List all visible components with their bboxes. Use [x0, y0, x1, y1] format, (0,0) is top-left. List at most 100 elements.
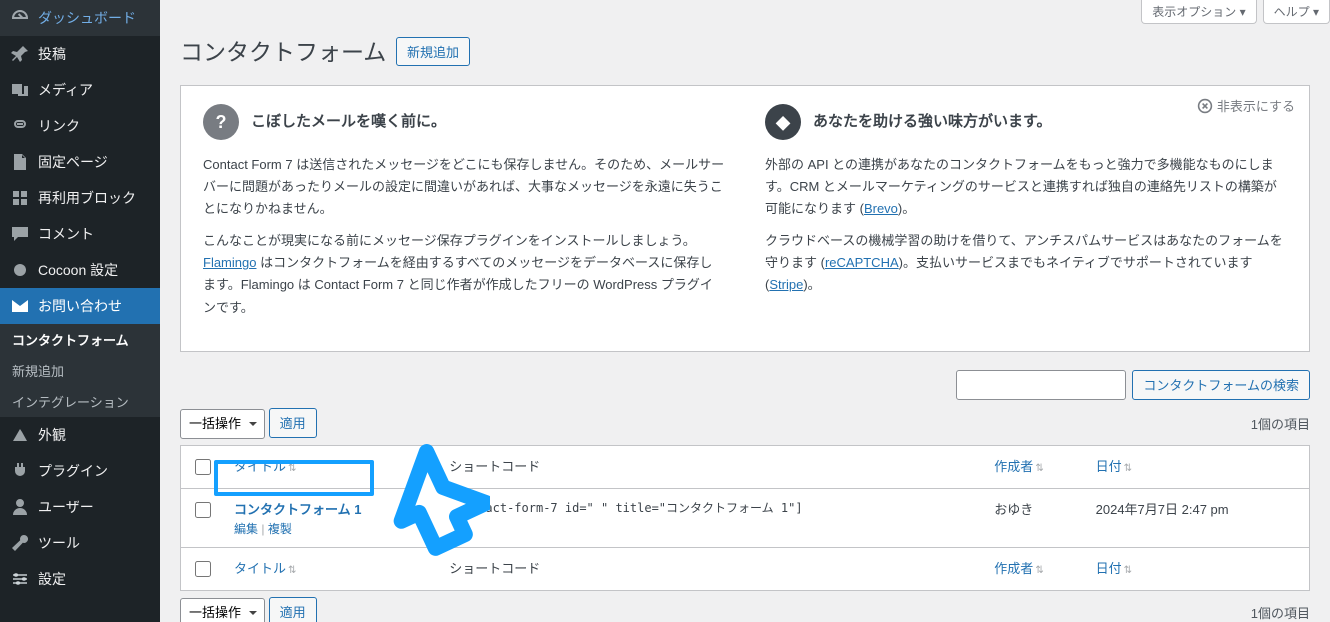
sort-icon: ⇅: [1035, 463, 1043, 474]
submenu-add-new[interactable]: 新規追加: [0, 355, 160, 386]
bulk-select[interactable]: 一括操作: [180, 409, 265, 439]
block-icon: [10, 188, 30, 208]
screen-meta: 表示オプション ▾ ヘルプ ▾: [180, 0, 1330, 24]
search-input[interactable]: [956, 370, 1126, 400]
apply-button[interactable]: 適用: [269, 408, 317, 438]
welcome-left-p1: Contact Form 7 は送信されたメッセージをどこにも保存しません。その…: [203, 154, 725, 220]
sidebar-item-label: ダッシュボード: [38, 8, 150, 28]
row-actions: 編集 | 複製: [234, 520, 429, 537]
sidebar-item-settings[interactable]: 設定: [0, 561, 160, 597]
sidebar-item-appearance[interactable]: 外観: [0, 417, 160, 453]
welcome-left-p2: こんなことが現実になる前にメッセージ保存プラグインをインストールしましょう。 F…: [203, 230, 725, 318]
col-shortcode: ショートコード: [439, 446, 984, 489]
welcome-panel: 非表示にする ? こぼしたメールを嘆く前に。 Contact Form 7 は送…: [180, 85, 1310, 352]
bulk-select-bottom[interactable]: 一括操作: [180, 598, 265, 622]
search-row: コンタクトフォームの検索: [180, 370, 1310, 400]
cell-shortcode[interactable]: [contact-form-7 id=" " title="コンタクトフォーム …: [439, 489, 984, 547]
submenu-integration[interactable]: インテグレーション: [0, 386, 160, 417]
submenu-contact-forms[interactable]: コンタクトフォーム: [0, 324, 160, 355]
sidebar-item-media[interactable]: メディア: [0, 72, 160, 108]
select-all-header: [181, 446, 224, 489]
mail-icon: [10, 296, 30, 316]
recaptcha-link[interactable]: reCAPTCHA: [825, 255, 899, 270]
col-author[interactable]: 作成者⇅: [984, 446, 1085, 489]
sidebar-item-users[interactable]: ユーザー: [0, 489, 160, 525]
table-row: コンタクトフォーム 1 編集 | 複製 [contact-form-7 id="…: [181, 489, 1309, 547]
sidebar-item-label: 再利用ブロック: [38, 188, 150, 208]
sidebar-item-label: 投稿: [38, 44, 150, 64]
welcome-right-heading-text: あなたを助ける強い味方がいます。: [813, 109, 1052, 135]
row-checkbox[interactable]: [195, 502, 211, 518]
welcome-left-heading-text: こぼしたメールを嘆く前に。: [251, 109, 446, 135]
sidebar-item-posts[interactable]: 投稿: [0, 36, 160, 72]
page-title: コンタクトフォーム: [180, 24, 386, 71]
form-title-link[interactable]: コンタクトフォーム 1: [234, 502, 361, 517]
sort-icon: ⇅: [1124, 565, 1132, 576]
sidebar-item-label: ユーザー: [38, 497, 150, 517]
select-all-checkbox[interactable]: [195, 459, 211, 475]
edit-link[interactable]: 編集: [234, 522, 258, 536]
media-icon: [10, 80, 30, 100]
stripe-link[interactable]: Stripe: [769, 277, 803, 292]
search-button[interactable]: コンタクトフォームの検索: [1132, 370, 1310, 400]
col-title[interactable]: タイトル⇅: [224, 547, 439, 590]
sidebar-item-contact[interactable]: お問い合わせ: [0, 288, 160, 324]
sidebar-item-label: 外観: [38, 425, 150, 445]
welcome-left-heading: ? こぼしたメールを嘆く前に。: [203, 104, 725, 140]
tablenav-top: 一括操作 適用 1個の項目: [180, 408, 1310, 439]
sort-icon: ⇅: [288, 463, 296, 474]
page-icon: [10, 152, 30, 172]
sidebar-item-dashboard[interactable]: ダッシュボード: [0, 0, 160, 36]
sidebar-item-plugins[interactable]: プラグイン: [0, 453, 160, 489]
sort-icon: ⇅: [1124, 463, 1132, 474]
sidebar-item-label: 固定ページ: [38, 152, 150, 172]
select-all-footer: [181, 547, 224, 590]
brevo-link[interactable]: Brevo: [864, 201, 898, 216]
welcome-right-p2: クラウドベースの機械学習の助けを借りて、アンチスパムサービスはあなたのフォームを…: [765, 230, 1287, 296]
dismiss-button[interactable]: 非表示にする: [1197, 96, 1295, 115]
sidebar-item-reusable-blocks[interactable]: 再利用ブロック: [0, 180, 160, 216]
sidebar-item-comments[interactable]: コメント: [0, 216, 160, 252]
pin-icon: [10, 44, 30, 64]
col-date[interactable]: 日付⇅: [1086, 547, 1309, 590]
col-date[interactable]: 日付⇅: [1086, 446, 1309, 489]
sidebar-item-label: Cocoon 設定: [38, 260, 150, 280]
sort-icon: ⇅: [1035, 565, 1043, 576]
sidebar-item-label: プラグイン: [38, 461, 150, 481]
sidebar-item-label: 設定: [38, 569, 150, 589]
select-all-checkbox-bottom[interactable]: [195, 561, 211, 577]
col-author[interactable]: 作成者⇅: [984, 547, 1085, 590]
forms-table: タイトル⇅ ショートコード 作成者⇅ 日付⇅ コンタクトフォーム 1 編集 | …: [180, 445, 1310, 591]
sidebar-item-cocoon[interactable]: Cocoon 設定: [0, 252, 160, 288]
cell-date: 2024年7月7日 2:47 pm: [1086, 489, 1309, 547]
bulk-actions-bottom: 一括操作 適用: [180, 597, 317, 622]
close-icon: [1197, 98, 1213, 114]
sidebar-submenu: コンタクトフォーム 新規追加 インテグレーション: [0, 324, 160, 417]
diamond-icon: ◆: [765, 104, 801, 140]
sidebar-item-tools[interactable]: ツール: [0, 525, 160, 561]
comment-icon: [10, 224, 30, 244]
flamingo-link[interactable]: Flamingo: [203, 255, 256, 270]
col-title[interactable]: タイトル⇅: [224, 446, 439, 489]
cell-title: コンタクトフォーム 1 編集 | 複製: [224, 489, 439, 547]
user-icon: [10, 497, 30, 517]
sidebar-item-label: リンク: [38, 116, 150, 136]
item-count-bottom: 1個の項目: [1251, 603, 1310, 622]
sidebar-item-pages[interactable]: 固定ページ: [0, 144, 160, 180]
apply-button-bottom[interactable]: 適用: [269, 597, 317, 622]
help-tab[interactable]: ヘルプ ▾: [1263, 0, 1330, 24]
wrench-icon: [10, 533, 30, 553]
settings-icon: [10, 569, 30, 589]
duplicate-link[interactable]: 複製: [268, 522, 292, 536]
sort-icon: ⇅: [288, 565, 296, 576]
link-icon: [10, 116, 30, 136]
sidebar-item-label: コメント: [38, 224, 150, 244]
screen-options-tab[interactable]: 表示オプション ▾: [1141, 0, 1256, 24]
col-shortcode: ショートコード: [439, 547, 984, 590]
add-new-button[interactable]: 新規追加: [396, 37, 470, 66]
sidebar-item-links[interactable]: リンク: [0, 108, 160, 144]
cell-author: おゆき: [984, 489, 1085, 547]
plugin-icon: [10, 461, 30, 481]
main-content: 表示オプション ▾ ヘルプ ▾ コンタクトフォーム 新規追加 非表示にする ? …: [160, 0, 1330, 622]
welcome-right: ◆ あなたを助ける強い味方がいます。 外部の API との連携があなたのコンタク…: [765, 104, 1287, 329]
